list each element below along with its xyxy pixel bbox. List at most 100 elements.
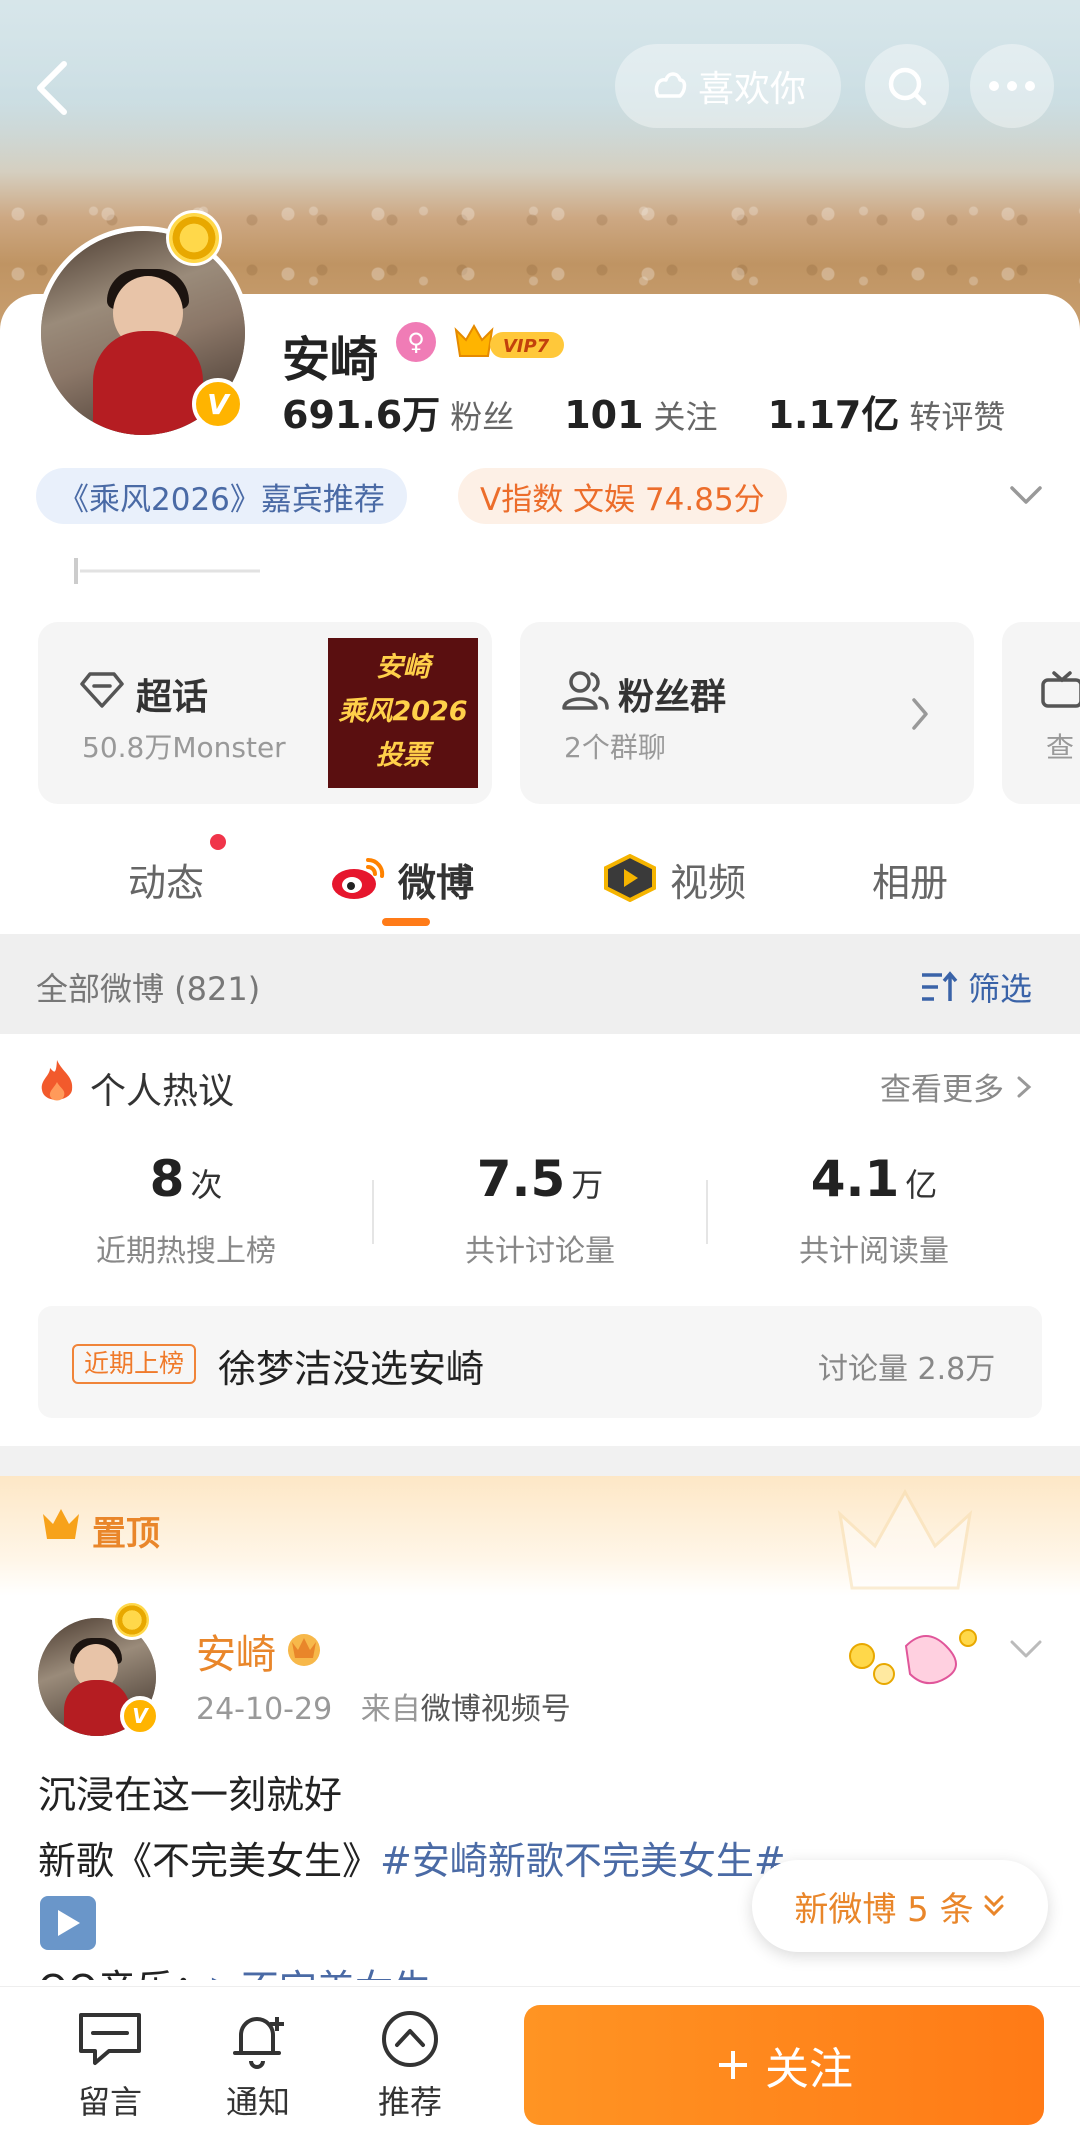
fans-stat[interactable]: 691.6万 粉丝 — [282, 384, 514, 439]
metric-unit: 亿 — [905, 1166, 938, 1204]
diamond-icon — [80, 672, 124, 708]
pinned-header: 置顶 — [0, 1476, 1080, 1596]
reads-metric: 4.1 亿 共计阅读量 — [704, 1150, 1044, 1270]
section-separator — [0, 1446, 1080, 1476]
hand-heart-icon — [654, 72, 687, 98]
vote-promo-image[interactable]: 安崎 乘风2026 投票 — [328, 638, 478, 788]
fans-label: 粉丝 — [450, 398, 515, 436]
new-posts-label: 新微博 5 条 — [794, 1889, 974, 1930]
like-you-button[interactable]: 喜欢你 — [615, 44, 841, 128]
trend-discussion-count: 讨论量 2.8万 — [818, 1352, 996, 1387]
likes-count: 1.17亿 — [767, 393, 900, 437]
post-text-line-1: 沉浸在这一刻就好 — [38, 1773, 343, 1817]
fans-count: 691.6万 — [282, 393, 441, 437]
profile-page: 喜欢你 V 安崎 ♀ VIP7 691.6万 粉丝 101 关注 1.17亿 转评赞 — [0, 0, 1080, 2142]
crown-badge-icon — [288, 1634, 320, 1666]
more-button[interactable] — [970, 44, 1054, 128]
search-button[interactable] — [865, 44, 949, 128]
active-tab-indicator — [382, 918, 430, 926]
message-label: 留言 — [77, 2083, 142, 2121]
profile-tabs: 动态 微博 视频 相册 — [0, 818, 1080, 928]
tab-weibo[interactable]: 微博 — [398, 852, 474, 907]
post-music-link[interactable]: ▷不完美女生 — [212, 1967, 431, 1980]
follow-button[interactable]: 关注 — [524, 2005, 1044, 2125]
personal-hot-section: 个人热议 查看更多 8次 近期热搜上榜 7.5 万 共计讨论量 4.1 亿 共计阅读… — [0, 1034, 1080, 1446]
flame-icon — [41, 1060, 73, 1101]
flog-sticker-icon — [849, 1629, 977, 1685]
like-you-label: 喜欢你 — [697, 69, 806, 110]
profile-stats: 691.6万 粉丝 101 关注 1.17亿 转评赞 — [282, 384, 1055, 439]
recent-trend-badge: 近期上榜 — [72, 1344, 197, 1384]
chevron-right-icon — [912, 698, 928, 730]
bell-plus-icon — [233, 2017, 284, 2069]
double-chevron-down-icon — [984, 1895, 1004, 1917]
promo-line-2: 乘风2026 — [338, 696, 468, 727]
avatar-pendant-icon — [166, 210, 222, 266]
post-text-line-3: QQ音乐：▷不完美女生 — [38, 1958, 431, 1980]
new-posts-button[interactable]: 新微博 5 条 — [752, 1860, 1048, 1952]
tab-video[interactable]: 视频 — [670, 852, 746, 907]
likes-stat[interactable]: 1.17亿 转评赞 — [768, 384, 1006, 439]
video-badge-icon — [604, 854, 656, 902]
notify-button[interactable]: 通知 — [208, 2009, 308, 2123]
following-count: 101 — [564, 393, 644, 437]
bio-placeholder-icon — [74, 558, 260, 584]
promo-line-3: 投票 — [376, 740, 430, 771]
avatar-pendant-icon — [112, 1600, 152, 1640]
notify-label: 通知 — [225, 2083, 290, 2121]
all-posts-label[interactable]: 全部微博 (821) — [36, 964, 260, 1010]
filter-icon — [922, 971, 958, 1001]
chevron-right-icon — [1017, 1076, 1032, 1098]
message-button[interactable]: 留言 — [60, 2009, 160, 2123]
tab-album[interactable]: 相册 — [872, 852, 948, 907]
metric-value: 7.5 — [476, 1150, 566, 1208]
trending-topic-row[interactable]: 近期上榜 徐梦洁没选安崎 讨论量 2.8万 — [38, 1306, 1042, 1418]
post-music-prefix: QQ音乐： — [38, 1967, 212, 1980]
fan-group-card[interactable]: 粉丝群 2个群聊 — [520, 622, 974, 804]
recommend-button[interactable]: 推荐 — [360, 2009, 460, 2123]
search-icon — [888, 67, 927, 106]
see-more-label: 查看更多 — [880, 1072, 1004, 1108]
hot-search-metric: 8次 近期热搜上榜 — [16, 1150, 356, 1270]
fan-group-subtitle: 2个群聊 — [564, 731, 666, 764]
plus-icon — [719, 2051, 747, 2079]
more-dots-icon — [989, 81, 1035, 91]
tab-feed[interactable]: 动态 — [128, 852, 204, 907]
metric-label: 共计讨论量 — [465, 1234, 615, 1269]
post-menu-chevron-icon[interactable] — [1006, 1634, 1046, 1664]
people-icon — [562, 671, 609, 710]
post-source-prefix: 来自 — [360, 1692, 421, 1727]
verified-badge-icon: V — [120, 1696, 160, 1736]
expand-chevron-icon[interactable] — [1006, 480, 1046, 510]
message-bubble-icon — [79, 2013, 141, 2065]
post-date: 24-10-29 — [196, 1692, 333, 1727]
discussion-metric: 7.5 万 共计讨论量 — [370, 1150, 710, 1270]
post-text-line-2: 新歌《不完美女生》#安崎新歌不完美女生# — [38, 1830, 786, 1885]
post-hashtag[interactable]: #安崎新歌不完美女生# — [380, 1839, 786, 1883]
super-topic-title: 超话 — [136, 677, 209, 718]
trend-topic-text: 徐梦洁没选安崎 — [218, 1347, 485, 1391]
recommend-label: 推荐 — [377, 2083, 442, 2121]
vip-label: VIP7 — [503, 336, 550, 357]
back-button[interactable] — [28, 58, 78, 118]
filter-button[interactable]: 筛选 — [920, 964, 1032, 1010]
chevron-up-circle-icon — [382, 2011, 438, 2067]
super-topic-subtitle: 50.8万Monster — [82, 731, 286, 764]
filter-label: 筛选 — [968, 970, 1033, 1008]
hot-title: 个人热议 — [90, 1071, 235, 1112]
bottom-action-bar: 留言 通知 推荐 关注 — [0, 1986, 1080, 2142]
profile-avatar[interactable]: V — [36, 226, 250, 440]
post-author[interactable]: 安崎 — [196, 1622, 276, 1680]
extra-feature-card[interactable]: 查 — [1002, 622, 1080, 804]
v-index-tag[interactable]: V指数 文娱 74.85分 — [458, 468, 787, 524]
tv-icon — [1041, 671, 1080, 708]
post-source[interactable]: 微博视频号 — [421, 1692, 571, 1727]
play-icon[interactable] — [40, 1896, 96, 1950]
recommend-tag[interactable]: 《乘风2026》嘉宾推荐 — [36, 468, 407, 524]
metric-value: 4.1 — [810, 1150, 900, 1208]
vip-badge-icon: VIP7 — [454, 323, 564, 358]
notification-dot — [210, 834, 226, 850]
see-more-link[interactable]: 查看更多 — [880, 1064, 1034, 1109]
super-topic-card[interactable]: 超话 50.8万Monster 安崎 乘风2026 投票 — [38, 622, 492, 804]
following-stat[interactable]: 101 关注 — [564, 392, 717, 438]
